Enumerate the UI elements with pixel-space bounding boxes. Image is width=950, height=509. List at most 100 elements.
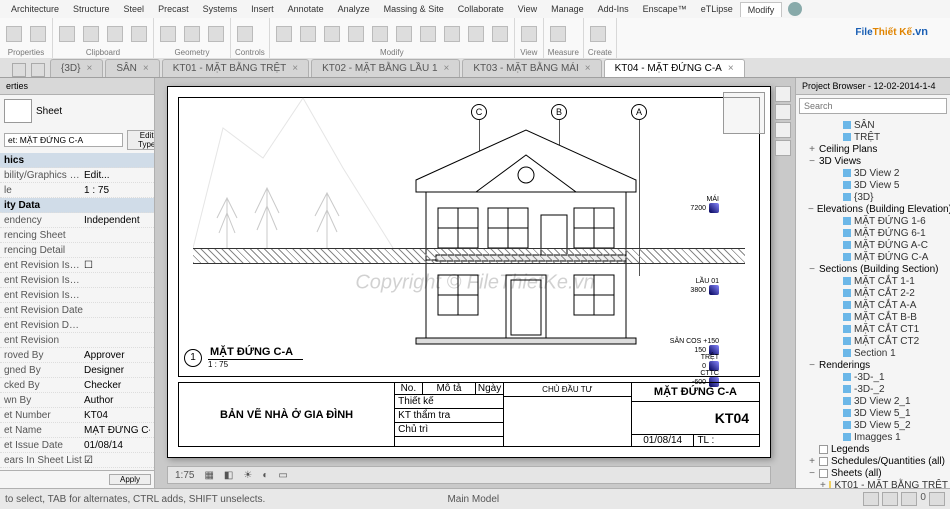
crop-icon[interactable]: ▭ bbox=[275, 470, 290, 481]
level-marker[interactable]: MÁI7200 bbox=[690, 196, 719, 213]
level-marker[interactable]: SÂN COS +150150 bbox=[670, 338, 719, 355]
orbit-icon[interactable] bbox=[775, 140, 791, 156]
property-row[interactable]: rencing Sheet bbox=[0, 228, 154, 243]
properties-button[interactable] bbox=[28, 25, 48, 43]
scale-control[interactable]: 1:75 bbox=[172, 470, 197, 481]
select-pinned-icon[interactable] bbox=[882, 492, 898, 506]
browser-tree[interactable]: SÂNTRỆT+Ceiling Plans−3D Views3D View 23… bbox=[796, 117, 950, 488]
view-title[interactable]: 1 MẶT ĐỨNG C-A 1 : 75 bbox=[184, 346, 303, 369]
modify-button[interactable] bbox=[4, 25, 24, 43]
property-group[interactable]: hics bbox=[0, 153, 154, 168]
ribbon-tab-collaborate[interactable]: Collaborate bbox=[451, 2, 511, 16]
activate-button[interactable] bbox=[235, 25, 255, 43]
tree-item[interactable]: −Sections (Building Section) bbox=[802, 263, 948, 275]
align-button[interactable] bbox=[418, 25, 438, 43]
drawing-viewport[interactable]: CBA bbox=[178, 97, 760, 377]
ribbon-tab-analyze[interactable]: Analyze bbox=[331, 2, 377, 16]
expand-icon[interactable]: − bbox=[808, 360, 816, 371]
property-row[interactable]: wn ByAuthor bbox=[0, 393, 154, 408]
measure-button[interactable] bbox=[548, 25, 568, 43]
create-button[interactable] bbox=[588, 25, 608, 43]
ribbon-tab-modify[interactable]: Modify bbox=[740, 2, 783, 17]
tree-item[interactable]: -3D-_2 bbox=[802, 383, 948, 395]
tree-item[interactable]: -3D-_1 bbox=[802, 371, 948, 383]
shadows-icon[interactable]: ◐ bbox=[259, 470, 271, 481]
expand-icon[interactable]: − bbox=[808, 156, 816, 167]
ribbon-tab-manage[interactable]: Manage bbox=[544, 2, 591, 16]
property-row[interactable]: ent Revision Date bbox=[0, 303, 154, 318]
close-tab-icon[interactable]: × bbox=[728, 63, 734, 74]
property-row[interactable]: ent Revision Issued To bbox=[0, 288, 154, 303]
property-row[interactable]: cked ByChecker bbox=[0, 378, 154, 393]
grid-bubble[interactable]: C bbox=[471, 104, 487, 120]
property-row[interactable]: ent Revision Issued By bbox=[0, 273, 154, 288]
tree-item[interactable]: +Ceiling Plans bbox=[802, 143, 948, 155]
doc-tab[interactable]: {3D}× bbox=[50, 59, 103, 77]
property-group[interactable]: ity Data bbox=[0, 198, 154, 213]
titleblock[interactable]: BẢN VẼ NHÀ Ở GIA ĐÌNH No. Mô tả Ngày Thi… bbox=[178, 382, 760, 447]
expand-icon[interactable]: − bbox=[808, 264, 816, 275]
tree-item[interactable]: −Elevations (Building Elevation) bbox=[802, 203, 948, 215]
copy-button[interactable] bbox=[298, 25, 318, 43]
sheet-canvas[interactable]: CBA bbox=[167, 86, 771, 458]
ribbon-tab-etlipse[interactable]: eTLipse bbox=[694, 2, 740, 16]
expand-icon[interactable]: + bbox=[820, 480, 826, 489]
property-row[interactable]: et NumberKT04 bbox=[0, 408, 154, 423]
pan-icon[interactable] bbox=[775, 122, 791, 138]
property-row[interactable]: ent Revision Descripti... bbox=[0, 318, 154, 333]
sun-path-icon[interactable]: ☀ bbox=[240, 470, 255, 481]
doc-tab[interactable]: KT04 - MẶT ĐỨNG C-A× bbox=[604, 59, 745, 77]
offset-button[interactable] bbox=[442, 25, 462, 43]
array-button[interactable] bbox=[394, 25, 414, 43]
ribbon-tab-structure[interactable]: Structure bbox=[66, 2, 117, 16]
ribbon-tab-enscape[interactable]: Enscape™ bbox=[636, 2, 694, 16]
cut-button[interactable] bbox=[182, 25, 202, 43]
tree-item[interactable]: Legends bbox=[802, 443, 948, 455]
tree-item[interactable]: MẶT CẮT CT1 bbox=[802, 323, 948, 335]
properties-list[interactable]: hicsbility/Graphics Overrid...Edit...le1… bbox=[0, 153, 154, 470]
tree-item[interactable]: MẶT ĐỨNG 1-6 bbox=[802, 215, 948, 227]
property-row[interactable]: et NameMẶT ĐỨNG C-A bbox=[0, 423, 154, 438]
tree-item[interactable]: Imagges 1 bbox=[802, 431, 948, 443]
scale-button[interactable] bbox=[466, 25, 486, 43]
copy-button[interactable] bbox=[105, 25, 125, 43]
match-button[interactable] bbox=[129, 25, 149, 43]
detail-level-icon[interactable]: ▦ bbox=[201, 470, 216, 481]
tree-item[interactable]: MẶT CẮT B-B bbox=[802, 311, 948, 323]
tree-item[interactable]: 3D View 5 bbox=[802, 179, 948, 191]
mirror-button[interactable] bbox=[346, 25, 366, 43]
tree-item[interactable]: MẶT ĐỨNG A-C bbox=[802, 239, 948, 251]
ribbon-tab-precast[interactable]: Precast bbox=[151, 2, 196, 16]
workset-label[interactable]: Main Model bbox=[447, 494, 499, 505]
level-marker[interactable]: TRỆT0 bbox=[701, 354, 719, 371]
ribbon-tab-insert[interactable]: Insert bbox=[244, 2, 281, 16]
tree-item[interactable]: −Renderings bbox=[802, 359, 948, 371]
tree-item[interactable]: MẶT ĐỨNG C-A bbox=[802, 251, 948, 263]
view-cube[interactable] bbox=[723, 92, 765, 134]
tree-item[interactable]: 3D View 2_1 bbox=[802, 395, 948, 407]
level-marker[interactable]: LẦU 013800 bbox=[690, 278, 719, 295]
select-by-face-icon[interactable] bbox=[929, 492, 945, 506]
close-tab-icon[interactable]: × bbox=[585, 63, 591, 74]
property-row[interactable]: roved ByApprover bbox=[0, 348, 154, 363]
tree-item[interactable]: TRỆT bbox=[802, 131, 948, 143]
tree-item[interactable]: 3D View 2 bbox=[802, 167, 948, 179]
expand-icon[interactable]: + bbox=[808, 144, 816, 155]
close-tab-icon[interactable]: × bbox=[143, 63, 149, 74]
pin-button[interactable] bbox=[490, 25, 510, 43]
tree-item[interactable]: +Schedules/Quantities (all) bbox=[802, 455, 948, 467]
tree-item[interactable]: MẶT CẮT 1-1 bbox=[802, 275, 948, 287]
ribbon-tab-addins[interactable]: Add-Ins bbox=[591, 2, 636, 16]
paste-button[interactable] bbox=[57, 25, 77, 43]
edit-type-button[interactable]: Edit Type bbox=[127, 130, 155, 150]
browser-search-input[interactable] bbox=[799, 98, 947, 114]
tree-item[interactable]: Section 1 bbox=[802, 347, 948, 359]
tree-item[interactable]: −3D Views bbox=[802, 155, 948, 167]
tree-item[interactable]: +KT01 - MẶT BẰNG TRỆT bbox=[802, 479, 948, 488]
ribbon-tab-systems[interactable]: Systems bbox=[196, 2, 245, 16]
cut-button[interactable] bbox=[81, 25, 101, 43]
property-row[interactable]: gned ByDesigner bbox=[0, 363, 154, 378]
expand-icon[interactable]: − bbox=[808, 204, 814, 215]
property-row[interactable]: et Issue Date01/08/14 bbox=[0, 438, 154, 453]
join-button[interactable] bbox=[206, 25, 226, 43]
